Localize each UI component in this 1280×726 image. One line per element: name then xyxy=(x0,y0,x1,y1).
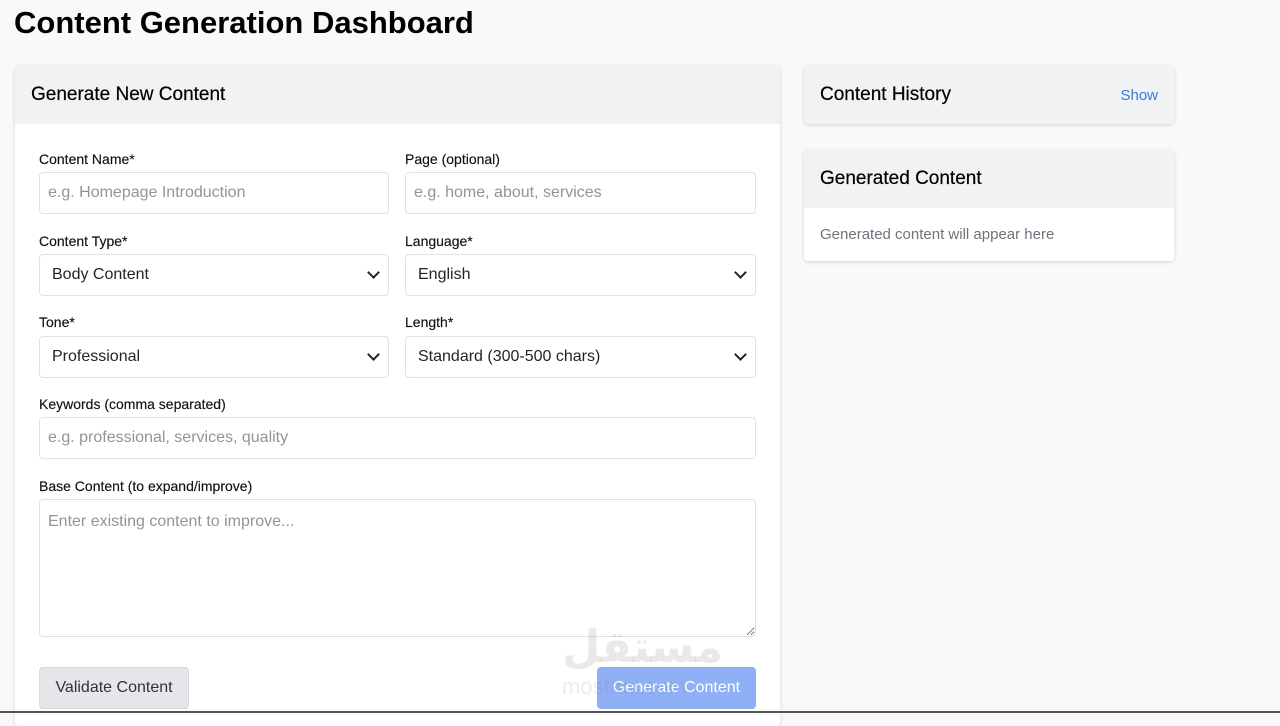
generated-content-title: Generated Content xyxy=(820,168,982,190)
content-history-title: Content History xyxy=(820,84,951,106)
keywords-input[interactable] xyxy=(39,417,756,459)
generate-content-card: Generate New Content Content Name* Page … xyxy=(15,66,780,726)
validate-content-button[interactable]: Validate Content xyxy=(39,667,189,709)
content-name-label: Content Name* xyxy=(39,150,135,168)
base-content-textarea[interactable] xyxy=(39,499,756,637)
content-type-select[interactable]: Body Content xyxy=(39,254,389,296)
generate-content-button[interactable]: Generate Content xyxy=(597,667,756,709)
generate-content-card-header: Generate New Content xyxy=(15,66,780,124)
keywords-label: Keywords (comma separated) xyxy=(39,395,226,413)
content-history-header: Content History Show xyxy=(804,66,1174,124)
chevron-down-icon xyxy=(734,266,747,279)
base-content-label: Base Content (to expand/improve) xyxy=(39,477,252,495)
chevron-down-icon xyxy=(367,348,380,361)
show-history-link[interactable]: Show xyxy=(1120,87,1158,104)
length-value: Standard (300-500 chars) xyxy=(418,348,600,366)
tone-label: Tone* xyxy=(39,313,75,331)
generated-content-header: Generated Content xyxy=(804,150,1174,208)
length-label: Length* xyxy=(405,313,453,331)
chevron-down-icon xyxy=(367,266,380,279)
content-type-value: Body Content xyxy=(52,266,149,284)
page-input[interactable] xyxy=(405,172,756,214)
content-history-card: Content History Show xyxy=(804,66,1174,124)
tone-value: Professional xyxy=(52,348,140,366)
language-value: English xyxy=(418,266,470,284)
length-select[interactable]: Standard (300-500 chars) xyxy=(405,336,756,378)
chevron-down-icon xyxy=(734,348,747,361)
page-title: Content Generation Dashboard xyxy=(14,4,474,42)
language-select[interactable]: English xyxy=(405,254,756,296)
generated-content-card: Generated Content Generated content will… xyxy=(804,150,1174,261)
generated-content-placeholder: Generated content will appear here xyxy=(804,208,1174,261)
tone-select[interactable]: Professional xyxy=(39,336,389,378)
generate-content-title: Generate New Content xyxy=(31,84,225,106)
content-name-input[interactable] xyxy=(39,172,389,214)
content-type-label: Content Type* xyxy=(39,232,127,250)
page-label: Page (optional) xyxy=(405,150,500,168)
language-label: Language* xyxy=(405,232,473,250)
